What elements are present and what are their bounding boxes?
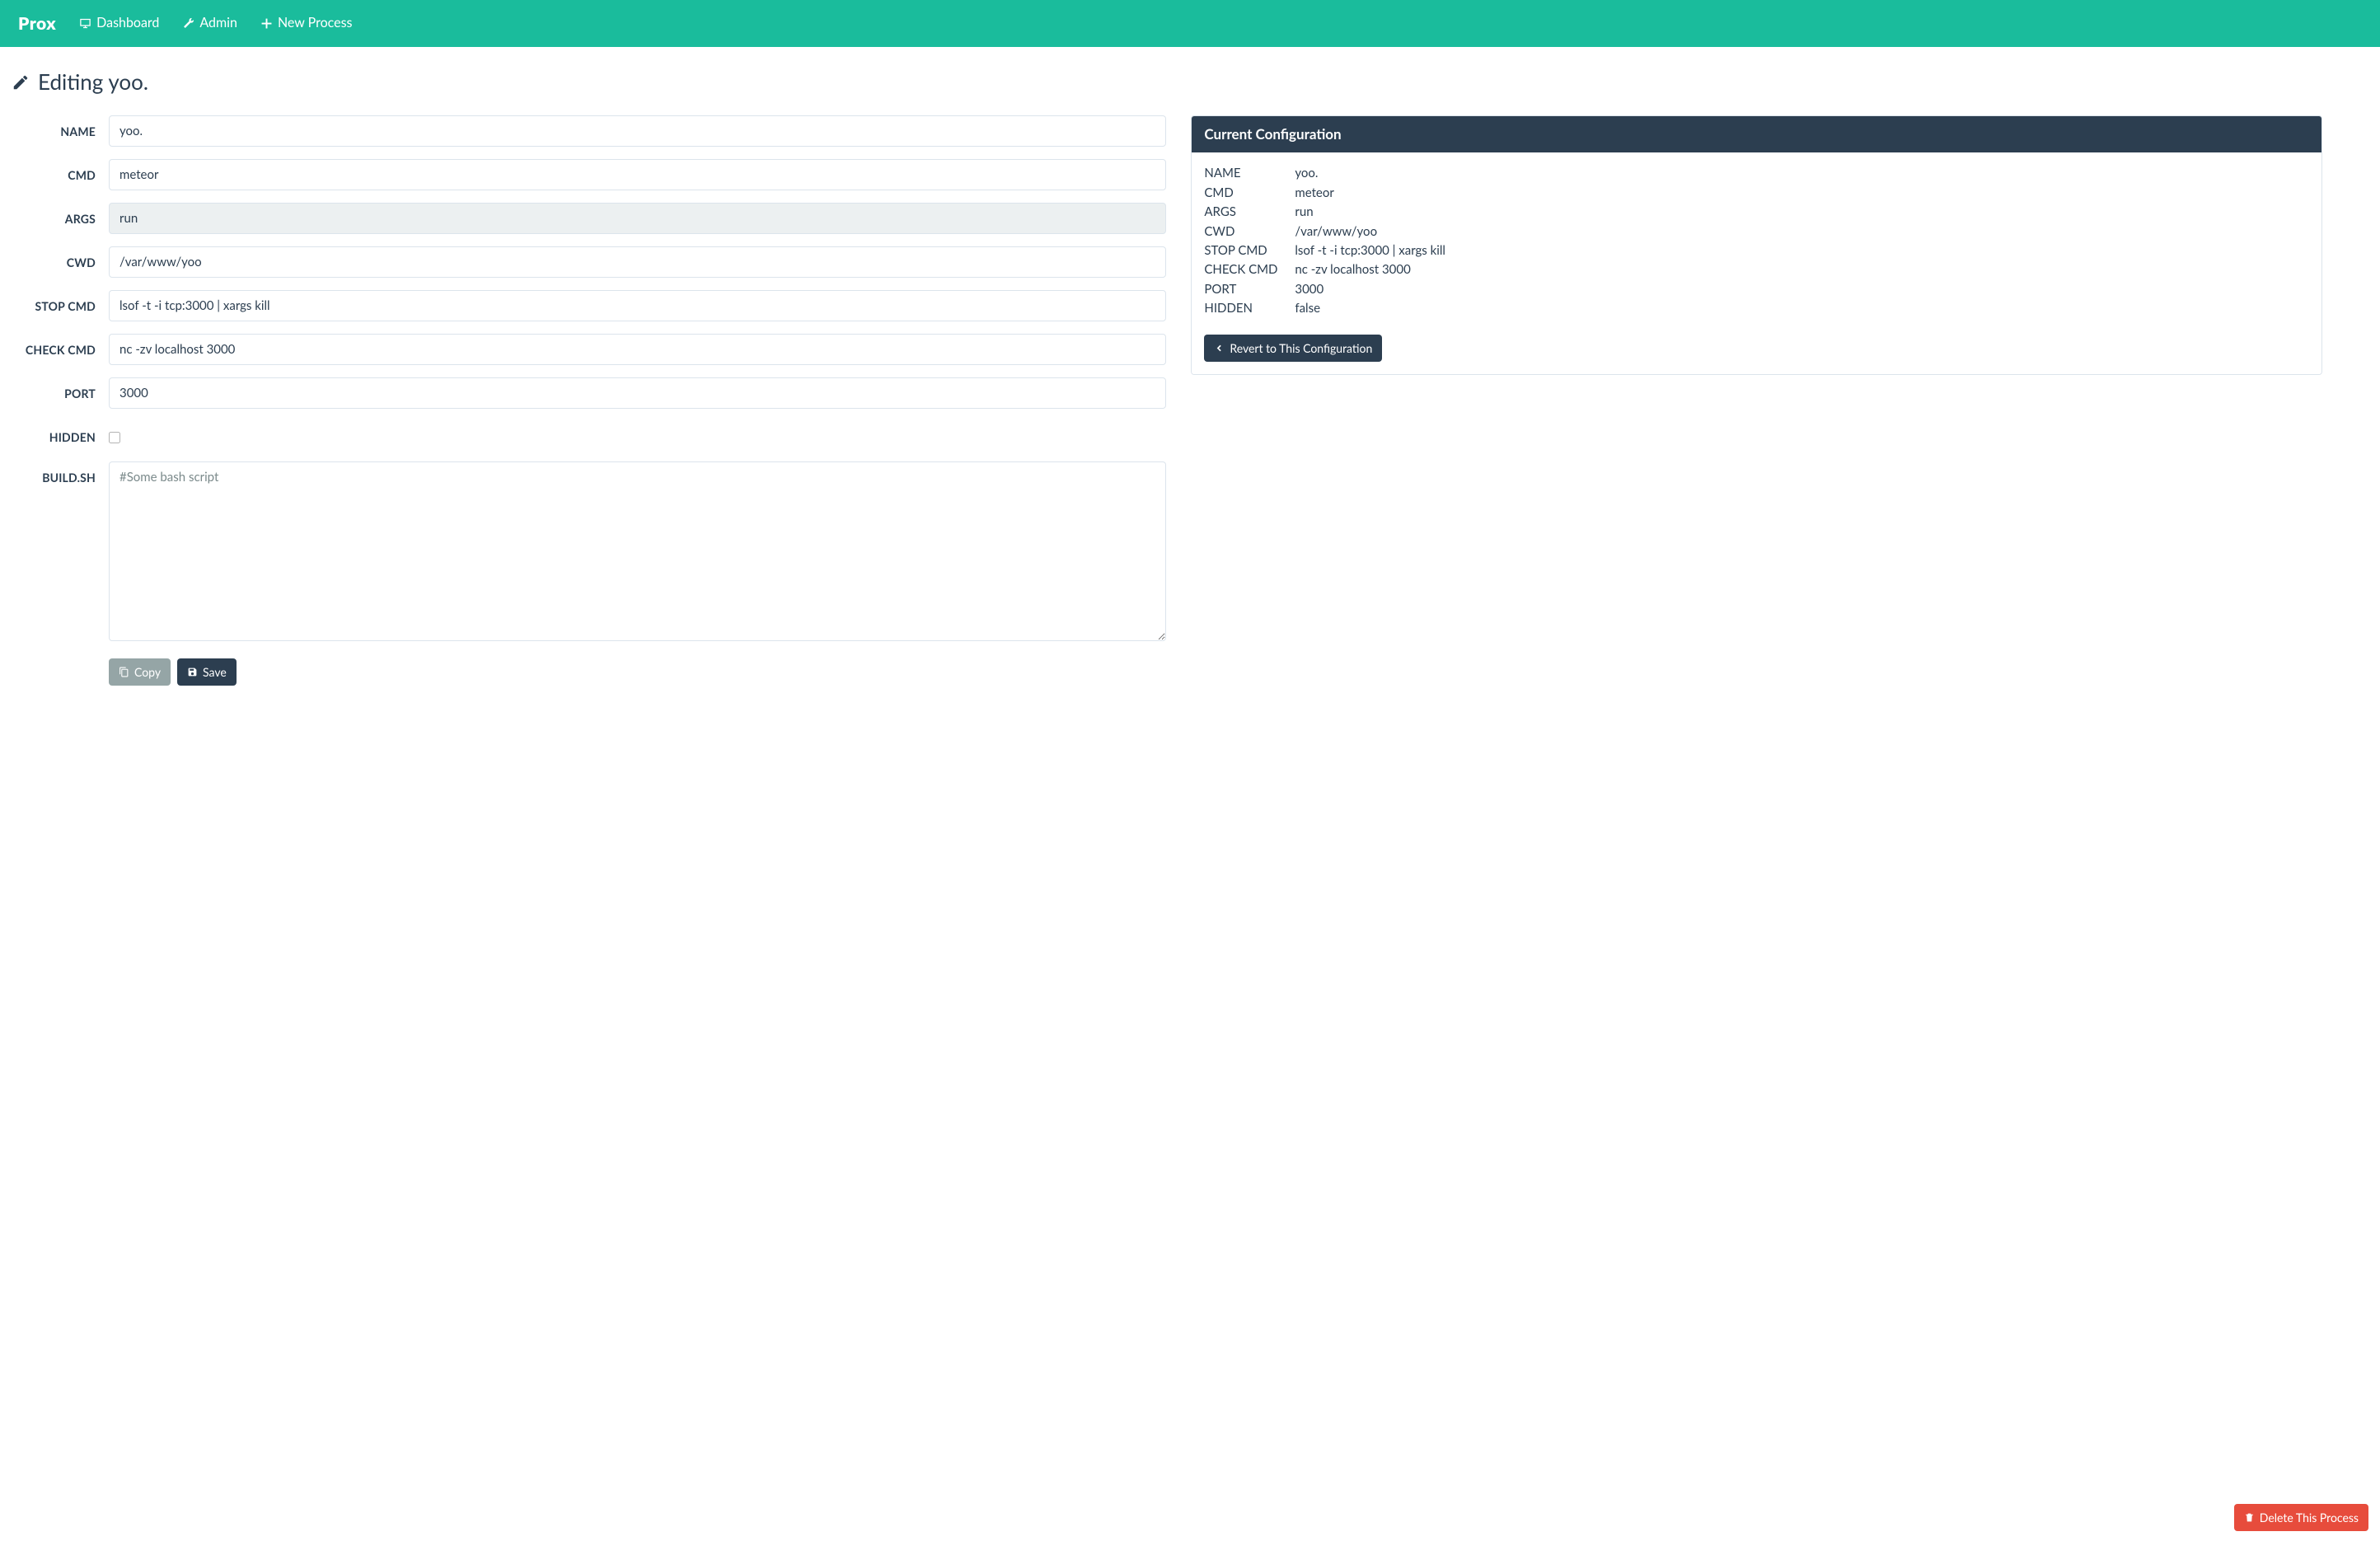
label-port: PORT — [12, 377, 109, 402]
revert-button-label: Revert to This Configuration — [1230, 341, 1372, 355]
save-button[interactable]: Save — [177, 658, 237, 686]
nav-admin-label: Admin — [199, 14, 237, 33]
conf-val-cwd: /var/www/yoo — [1295, 223, 2309, 241]
wrench-icon — [182, 17, 194, 30]
nav-admin[interactable]: Admin — [182, 14, 237, 33]
conf-key-hidden: HIDDEN — [1204, 300, 1286, 317]
delete-process-button-label: Delete This Process — [2260, 1511, 2359, 1525]
input-hidden[interactable] — [109, 432, 120, 443]
conf-key-name: NAME — [1204, 165, 1286, 182]
input-name[interactable] — [109, 115, 1166, 147]
label-cmd: CMD — [12, 159, 109, 184]
input-check-cmd[interactable] — [109, 334, 1166, 365]
screen-icon — [79, 17, 91, 30]
copy-icon — [119, 667, 129, 677]
label-build-sh: BUILD.SH — [12, 461, 109, 486]
trash-icon — [2244, 1512, 2255, 1523]
page-title-text: Editing yoo. — [38, 67, 148, 97]
conf-val-cmd: meteor — [1295, 185, 2309, 202]
label-check-cmd: CHECK CMD — [12, 334, 109, 358]
form-button-bar: Copy Save — [109, 658, 1166, 686]
page: Editing yoo. NAME CMD ARGS CWD STOP CM — [0, 47, 2380, 735]
conf-val-checkcmd: nc -zv localhost 3000 — [1295, 261, 2309, 279]
save-icon — [187, 667, 198, 677]
edit-form: NAME CMD ARGS CWD STOP CMD CHECK CMD — [12, 115, 1166, 686]
current-config-title: Current Configuration — [1192, 116, 2321, 152]
conf-key-args: ARGS — [1204, 204, 1286, 221]
label-name: NAME — [12, 115, 109, 140]
nav-new-process-label: New Process — [278, 14, 353, 33]
input-cmd[interactable] — [109, 159, 1166, 190]
input-build-sh[interactable] — [109, 461, 1166, 641]
conf-val-hidden: false — [1295, 300, 2309, 317]
conf-key-checkcmd: CHECK CMD — [1204, 261, 1286, 279]
delete-process-button[interactable]: Delete This Process — [2234, 1504, 2368, 1531]
page-title: Editing yoo. — [12, 67, 2368, 97]
conf-val-name: yoo. — [1295, 165, 2309, 182]
nav-dashboard-label: Dashboard — [96, 14, 159, 33]
conf-key-cwd: CWD — [1204, 223, 1286, 241]
copy-button[interactable]: Copy — [109, 658, 171, 686]
conf-val-args: run — [1295, 204, 2309, 221]
label-cwd: CWD — [12, 246, 109, 271]
conf-val-stopcmd: lsof -t -i tcp:3000 | xargs kill — [1295, 242, 2309, 260]
navbar: Prox Dashboard Admin New Process — [0, 0, 2380, 47]
current-config-panel: Current Configuration NAME yoo. CMD mete… — [1191, 115, 2322, 375]
nav-new-process[interactable]: New Process — [260, 14, 353, 33]
delete-wrap: Delete This Process — [2234, 1504, 2368, 1531]
pencil-icon — [12, 73, 30, 91]
input-args[interactable] — [109, 203, 1166, 234]
save-button-label: Save — [203, 665, 227, 679]
conf-key-stopcmd: STOP CMD — [1204, 242, 1286, 260]
current-config-list: NAME yoo. CMD meteor ARGS run CWD /var/w… — [1204, 165, 2309, 317]
input-port[interactable] — [109, 377, 1166, 409]
conf-key-cmd: CMD — [1204, 185, 1286, 202]
input-cwd[interactable] — [109, 246, 1166, 278]
label-hidden: HIDDEN — [12, 421, 109, 446]
nav-dashboard[interactable]: Dashboard — [79, 14, 159, 33]
copy-button-label: Copy — [134, 665, 161, 679]
label-args: ARGS — [12, 203, 109, 227]
chevron-left-icon — [1214, 343, 1225, 354]
brand-logo[interactable]: Prox — [18, 12, 56, 36]
revert-button[interactable]: Revert to This Configuration — [1204, 335, 1382, 362]
conf-key-port: PORT — [1204, 281, 1286, 298]
input-stop-cmd[interactable] — [109, 290, 1166, 321]
conf-val-port: 3000 — [1295, 281, 2309, 298]
plus-icon — [260, 17, 273, 30]
label-stop-cmd: STOP CMD — [12, 290, 109, 315]
